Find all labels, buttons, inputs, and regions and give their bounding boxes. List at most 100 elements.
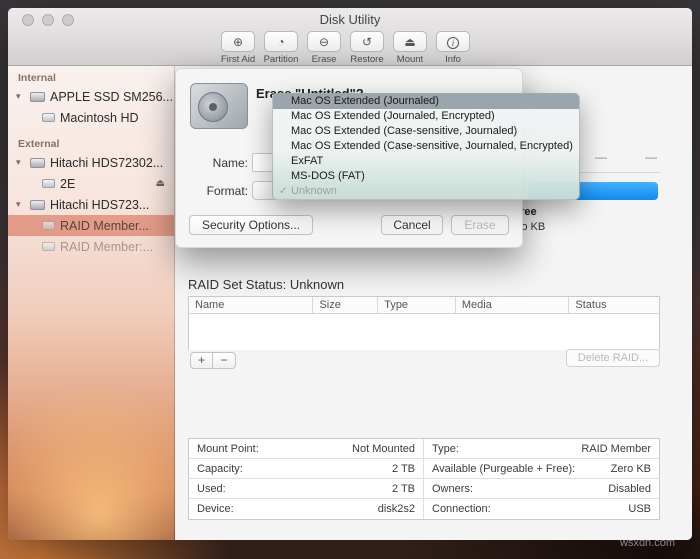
sidebar-item-label: Hitachi HDS723... — [50, 197, 150, 212]
erase-confirm-button[interactable]: Erase — [451, 215, 509, 235]
disk-info-table: Mount Point: Not Mounted Type: RAID Memb… — [188, 438, 660, 520]
sidebar-item-raid-member-1[interactable]: RAID Member... — [8, 215, 174, 236]
info-label: Used: — [197, 482, 226, 495]
drive-icon — [30, 157, 45, 168]
first-aid-glyph: ⊕ — [232, 35, 244, 49]
toolbar-label: Partition — [263, 54, 299, 65]
toolbar-label: Info — [445, 54, 461, 65]
sidebar-item-label: RAID Member:... — [60, 239, 154, 254]
sidebar-item-label: Hitachi HDS72302... — [50, 155, 164, 170]
info-label: Device: — [197, 503, 234, 515]
sidebar-item-2e[interactable]: 2E ⏏ — [8, 173, 174, 194]
disclosure-triangle-icon[interactable]: ▾ — [16, 157, 30, 168]
erase-icon: ⊖ — [307, 31, 341, 52]
first-aid-icon: ⊕ — [221, 31, 255, 52]
toolbar-label: Restore — [350, 54, 384, 65]
format-option-msdos-fat[interactable]: MS-DOS (FAT) — [273, 169, 579, 184]
info-label: Owners: — [432, 482, 473, 495]
info-label: Available (Purgeable + Free): — [432, 462, 576, 475]
disclosure-triangle-icon[interactable]: ▾ — [16, 91, 30, 102]
sidebar-item-hitachi-2[interactable]: ▾ Hitachi HDS723... — [8, 194, 174, 215]
table-body-empty — [189, 314, 659, 350]
info-row: Capacity: 2 TB Available (Purgeable + Fr… — [189, 459, 659, 479]
format-option-exfat[interactable]: ExFAT — [273, 154, 579, 169]
disclosure-triangle-icon[interactable]: ▾ — [16, 199, 30, 210]
toolbar-button-restore[interactable]: ↺ Restore — [349, 31, 385, 65]
toolbar-button-partition[interactable]: ◔ Partition — [263, 31, 299, 65]
cancel-button[interactable]: Cancel — [381, 215, 443, 235]
stat-dash: — — [645, 150, 657, 164]
sidebar-item-hitachi-1[interactable]: ▾ Hitachi HDS72302... — [8, 152, 174, 173]
volume-icon — [42, 221, 55, 230]
mount-glyph: ⏏ — [404, 35, 416, 49]
restore-glyph: ↺ — [361, 35, 373, 49]
toolbar-button-first-aid[interactable]: ⊕ First Aid — [220, 31, 256, 65]
info-value: Not Mounted — [352, 442, 415, 455]
raid-set-status: RAID Set Status: Unknown — [188, 277, 345, 292]
info-glyph: i — [447, 37, 459, 49]
titlebar: Disk Utility ⊕ First Aid ◔ Partition ⊖ E… — [8, 8, 692, 66]
toolbar-label: First Aid — [220, 54, 256, 65]
sidebar-item-label: Macintosh HD — [60, 110, 139, 125]
partition-glyph: ◔ — [277, 35, 285, 49]
mount-icon: ⏏ — [393, 31, 427, 52]
info-value: RAID Member — [581, 442, 651, 455]
info-icon: i — [436, 31, 470, 52]
info-label: Connection: — [432, 503, 491, 515]
info-value: Disabled — [608, 482, 651, 495]
add-member-button[interactable]: + — [190, 352, 213, 369]
column-header-status: Status — [575, 299, 607, 311]
sidebar-item-label: RAID Member... — [60, 218, 149, 233]
sidebar-item-macintosh-hd[interactable]: Macintosh HD — [8, 107, 174, 128]
info-label: Mount Point: — [197, 442, 259, 455]
toolbar-button-erase[interactable]: ⊖ Erase — [306, 31, 342, 65]
sidebar-item-label: APPLE SSD SM256... — [50, 89, 173, 104]
format-option-journaled[interactable]: Mac OS Extended (Journaled) — [273, 94, 579, 109]
info-value: disk2s2 — [377, 503, 415, 515]
sidebar-section-internal: Internal — [18, 72, 56, 84]
partition-icon: ◔ — [264, 31, 298, 52]
info-label: Capacity: — [197, 462, 243, 475]
remove-member-button[interactable]: − — [213, 352, 236, 369]
info-value: 2 TB — [391, 482, 415, 495]
format-option-label: Unknown — [291, 185, 337, 197]
info-row: Device: disk2s2 Connection: USB — [189, 499, 659, 519]
watermark: wsxdn.com — [620, 537, 676, 549]
volume-icon — [42, 113, 55, 122]
column-header-size: Size — [313, 297, 379, 313]
eject-icon[interactable]: ⏏ — [156, 178, 165, 189]
restore-icon: ↺ — [350, 31, 384, 52]
toolbar-button-info[interactable]: i Info — [435, 31, 471, 65]
sidebar: Internal ▾ APPLE SSD SM256... Macintosh … — [8, 66, 175, 540]
format-option-case-sensitive[interactable]: Mac OS Extended (Case-sensitive, Journal… — [273, 124, 579, 139]
hard-drive-icon — [190, 83, 248, 129]
toolbar-label: Erase — [311, 54, 337, 65]
format-option-journaled-encrypted[interactable]: Mac OS Extended (Journaled, Encrypted) — [273, 109, 579, 124]
toolbar: ⊕ First Aid ◔ Partition ⊖ Erase ↺ Restor… — [220, 31, 471, 65]
format-option-case-sensitive-encrypted[interactable]: Mac OS Extended (Case-sensitive, Journal… — [273, 139, 579, 154]
stat-dash: — — [595, 150, 607, 164]
info-row: Used: 2 TB Owners: Disabled — [189, 479, 659, 499]
info-value: 2 TB — [391, 462, 415, 475]
toolbar-button-mount[interactable]: ⏏ Mount — [392, 31, 428, 65]
name-label: Name: — [212, 156, 248, 170]
column-header-media: Media — [456, 297, 570, 313]
add-remove-control: + − — [190, 352, 236, 369]
sidebar-item-raid-member-2[interactable]: RAID Member:... — [8, 236, 174, 257]
raid-members-table: Name Size Type Media Status — [188, 296, 660, 350]
format-option-unknown[interactable]: ✓ Unknown — [273, 184, 579, 199]
drive-icon — [30, 199, 45, 210]
info-label: Type: — [432, 442, 459, 455]
table-header-row: Name Size Type Media Status — [189, 297, 659, 314]
sidebar-section-external: External — [18, 138, 60, 150]
security-options-button[interactable]: Security Options... — [189, 215, 313, 235]
check-icon: ✓ — [279, 186, 288, 197]
column-header-name: Name — [189, 297, 314, 313]
volume-icon — [42, 242, 55, 251]
window-title: Disk Utility — [319, 12, 381, 27]
sidebar-item-apple-ssd[interactable]: ▾ APPLE SSD SM256... — [8, 86, 174, 107]
sidebar-item-label: 2E — [60, 176, 76, 191]
delete-raid-button[interactable]: Delete RAID... — [566, 349, 660, 367]
drive-icon — [30, 91, 45, 102]
disk-utility-window: Disk Utility ⊕ First Aid ◔ Partition ⊖ E… — [8, 8, 692, 540]
